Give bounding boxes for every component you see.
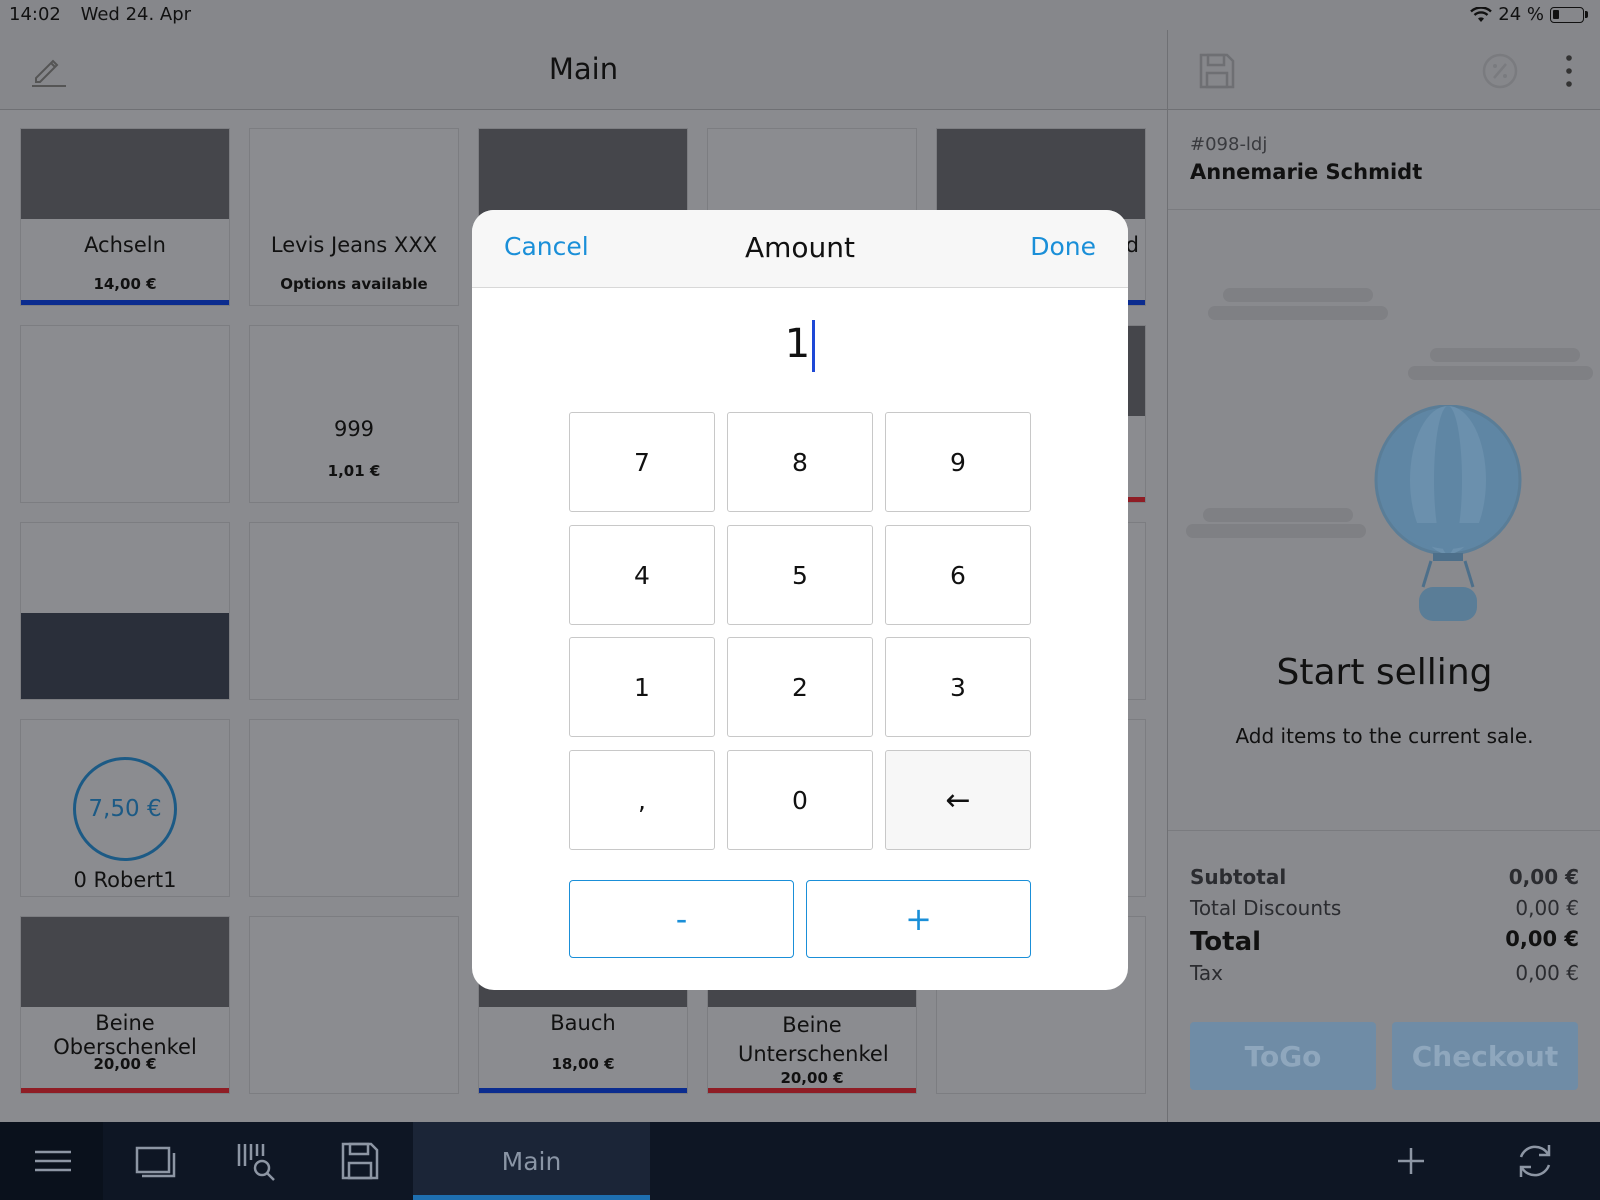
tile-name: 999	[333, 417, 375, 441]
key-3[interactable]: 3	[885, 637, 1031, 737]
tile-circle-price: 7,50 €	[73, 757, 177, 861]
backspace-key[interactable]: ←	[885, 750, 1031, 850]
product-tile[interactable]	[249, 522, 459, 700]
save-icon[interactable]	[1198, 52, 1236, 90]
text-caret	[812, 320, 816, 372]
amount-input[interactable]: 1	[472, 320, 1128, 372]
discounts-row: Total Discounts 0,00 €	[1190, 896, 1579, 920]
tile-price: 20,00 €	[93, 1055, 157, 1073]
customer-info[interactable]: #098-ldj Annemarie Schmidt	[1168, 110, 1600, 210]
subtotal-row: Subtotal 0,00 €	[1190, 865, 1579, 889]
product-tile-achseln[interactable]: Achseln 14,00 €	[20, 128, 230, 306]
tile-name: Achseln	[84, 233, 166, 257]
sale-header	[1168, 30, 1600, 110]
key-8[interactable]: 8	[727, 412, 873, 512]
tile-name: Beine Unterschenkel	[738, 1013, 889, 1066]
battery-icon	[1550, 6, 1584, 23]
battery-percent: 24 %	[1498, 4, 1544, 25]
tile-price: 14,00 €	[93, 275, 157, 293]
hot-air-balloon-icon	[1374, 405, 1522, 621]
minus-button[interactable]: -	[569, 880, 794, 958]
key-6[interactable]: 6	[885, 525, 1031, 625]
more-options-icon[interactable]	[1563, 52, 1575, 90]
save-icon[interactable]	[339, 1140, 381, 1182]
page-title: Main	[548, 52, 619, 86]
key-0[interactable]: 0	[727, 750, 873, 850]
customer-name: Annemarie Schmidt	[1190, 160, 1423, 184]
add-icon[interactable]	[1390, 1140, 1432, 1182]
tax-row: Tax 0,00 €	[1190, 961, 1579, 985]
cloud-decoration	[1223, 288, 1373, 302]
key-7[interactable]: 7	[569, 412, 715, 512]
screens-icon[interactable]	[134, 1140, 176, 1182]
product-tile-999[interactable]: 999 1,01 €	[249, 325, 459, 503]
empty-state-subtitle: Add items to the current sale.	[1235, 724, 1534, 748]
product-tile[interactable]	[249, 916, 459, 1094]
wifi-icon	[1470, 6, 1493, 22]
tab-main[interactable]: Main	[413, 1122, 650, 1200]
product-tile[interactable]	[249, 719, 459, 897]
status-bar: 14:02 Wed 24. Apr 24 %	[0, 0, 1600, 30]
customer-id: #098-ldj	[1190, 134, 1268, 155]
tile-name: Bauch	[550, 1011, 616, 1035]
tile-price: 1,01 €	[327, 462, 381, 480]
totals-summary: Subtotal 0,00 € Total Discounts 0,00 € T…	[1168, 830, 1600, 992]
empty-state-title: Start selling	[1276, 652, 1493, 693]
sale-panel: #098-ldj Annemarie Schmidt Start selling…	[1167, 30, 1600, 1122]
key-5[interactable]: 5	[727, 525, 873, 625]
tile-name: Beine Oberschenkel	[53, 1011, 197, 1059]
product-tile-beine-oberschenkel[interactable]: Beine Oberschenkel 20,00 €	[20, 916, 230, 1094]
menu-icon[interactable]	[32, 1140, 74, 1182]
amount-value: 1	[784, 321, 811, 367]
status-time: 14:02	[9, 4, 61, 25]
product-tile[interactable]	[20, 522, 230, 700]
tile-price: 18,00 €	[551, 1055, 615, 1073]
total-row: Total 0,00 €	[1190, 927, 1579, 957]
checkout-button[interactable]: Checkout	[1392, 1022, 1578, 1090]
plus-button[interactable]: +	[806, 880, 1031, 958]
discount-icon[interactable]	[1481, 52, 1519, 90]
key-2[interactable]: 2	[727, 637, 873, 737]
tile-price: 20,00 €	[780, 1069, 844, 1087]
product-tile-robert1[interactable]: 7,50 € 0 Robert1	[20, 719, 230, 897]
tile-name: Levis Jeans XXX	[270, 233, 438, 257]
dialog-header: Cancel Amount Done	[472, 210, 1128, 288]
key-1[interactable]: 1	[569, 637, 715, 737]
bottom-toolbar: Main	[0, 1122, 1600, 1200]
key-4[interactable]: 4	[569, 525, 715, 625]
key-decimal-comma[interactable]: ,	[569, 750, 715, 850]
status-date: Wed 24. Apr	[80, 4, 192, 25]
amount-dialog: Cancel Amount Done 1 7 8 9 4 5 6 1 2 3 ,…	[472, 210, 1128, 990]
product-tile-levis[interactable]: Levis Jeans XXX Options available	[249, 128, 459, 306]
togo-button[interactable]: ToGo	[1190, 1022, 1376, 1090]
barcode-search-icon[interactable]	[236, 1140, 278, 1182]
tile-name: 0 Robert1	[73, 868, 177, 892]
grid-header: Main	[0, 30, 1167, 110]
product-tile[interactable]	[20, 325, 230, 503]
done-button[interactable]: Done	[1030, 232, 1096, 261]
key-9[interactable]: 9	[885, 412, 1031, 512]
sync-icon[interactable]	[1514, 1140, 1556, 1182]
tile-options: Options available	[280, 275, 428, 293]
